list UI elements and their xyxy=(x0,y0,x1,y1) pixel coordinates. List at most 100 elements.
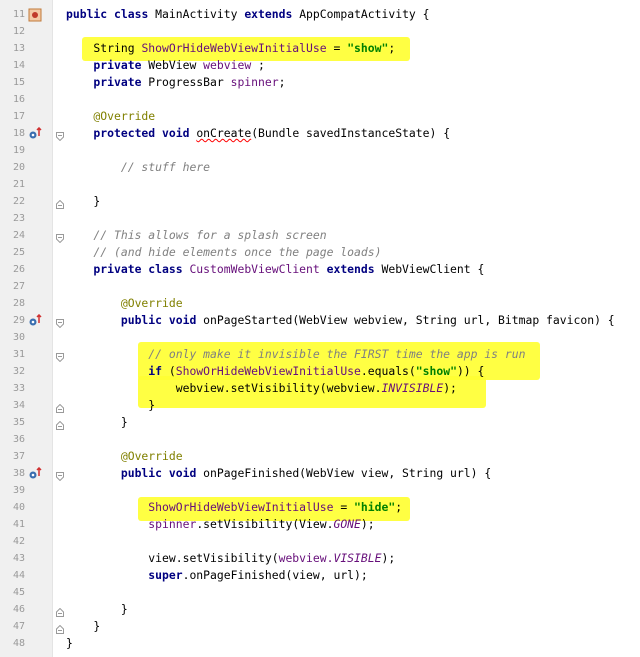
code-line[interactable]: 26 private class CustomWebViewClient ext… xyxy=(0,261,640,278)
fold-open-icon[interactable] xyxy=(56,469,64,482)
fold-open-icon[interactable] xyxy=(56,231,64,244)
line-number: 44 xyxy=(12,570,25,581)
fold-close-icon[interactable] xyxy=(56,197,64,209)
code-token: // only make it invisible the FIRST time… xyxy=(66,347,526,361)
line-number: 39 xyxy=(12,485,25,496)
code-line[interactable]: 38 public void onPageFinished(WebView vi… xyxy=(0,465,640,482)
code-line[interactable]: 36 xyxy=(0,431,640,448)
code-line[interactable]: 15 private ProgressBar spinner; xyxy=(0,74,640,91)
code-text: } xyxy=(66,397,155,414)
code-line[interactable]: 37 @Override xyxy=(0,448,640,465)
code-line[interactable]: 25 // (and hide elements once the page l… xyxy=(0,244,640,261)
code-token: INVISIBLE xyxy=(381,381,444,395)
code-token: view.setVisibility( xyxy=(66,551,279,565)
code-token: ShowOrHideWebViewInitialUse xyxy=(148,500,334,514)
code-line[interactable]: 46 } xyxy=(0,601,640,618)
code-token: .equals( xyxy=(360,364,416,378)
code-token: ; xyxy=(388,41,396,55)
code-line[interactable]: 30 xyxy=(0,329,640,346)
code-line[interactable]: 48} xyxy=(0,635,640,652)
code-line[interactable]: 27 xyxy=(0,278,640,295)
code-line[interactable]: 35 } xyxy=(0,414,640,431)
code-line[interactable]: 12 xyxy=(0,23,640,40)
fold-open-icon[interactable] xyxy=(56,316,64,329)
code-token: "show" xyxy=(347,41,389,55)
code-line[interactable]: 17 @Override xyxy=(0,108,640,125)
line-number: 22 xyxy=(12,196,25,207)
line-number: 16 xyxy=(12,94,25,105)
override-method-icon[interactable] xyxy=(28,466,42,481)
code-line[interactable]: 22 } xyxy=(0,193,640,210)
code-line[interactable]: 20 // stuff here xyxy=(0,159,640,176)
override-method-icon[interactable] xyxy=(28,126,42,141)
line-number: 20 xyxy=(12,162,25,173)
code-line[interactable]: 24 // This allows for a splash screen xyxy=(0,227,640,244)
line-number: 35 xyxy=(12,417,25,428)
code-text: } xyxy=(66,618,100,635)
code-token: webview. xyxy=(278,551,334,565)
code-token: } xyxy=(66,602,128,616)
code-token: MainActivity xyxy=(155,7,245,21)
code-line[interactable]: 39 xyxy=(0,482,640,499)
code-line[interactable]: 44 super.onPageFinished(view, url); xyxy=(0,567,640,584)
code-line[interactable]: 28 @Override xyxy=(0,295,640,312)
line-number: 14 xyxy=(12,60,25,71)
code-text: if (ShowOrHideWebViewInitialUse.equals("… xyxy=(66,363,484,380)
code-token: = xyxy=(333,500,355,514)
code-line[interactable]: 40 ShowOrHideWebViewInitialUse = "hide"; xyxy=(0,499,640,516)
code-token: AppCompatActivity { xyxy=(299,7,430,21)
code-line[interactable]: 41 spinner.setVisibility(View.GONE); xyxy=(0,516,640,533)
code-line[interactable]: 34 } xyxy=(0,397,640,414)
code-token: void xyxy=(168,313,204,327)
code-line[interactable]: 45 xyxy=(0,584,640,601)
code-line[interactable]: 16 xyxy=(0,91,640,108)
class-file-icon[interactable] xyxy=(28,8,42,22)
override-method-icon[interactable] xyxy=(28,313,42,328)
code-token: onPageFinished(WebView view, String url)… xyxy=(203,466,492,480)
code-token: spinner xyxy=(230,75,279,89)
code-line[interactable]: 31 // only make it invisible the FIRST t… xyxy=(0,346,640,363)
code-line[interactable]: 11 public class MainActivity extends AppC… xyxy=(0,6,640,23)
code-token: } xyxy=(66,636,73,650)
fold-open-icon[interactable] xyxy=(56,129,64,142)
fold-close-icon[interactable] xyxy=(56,401,64,413)
code-line[interactable]: 33 webview.setVisibility(webview.INVISIB… xyxy=(0,380,640,397)
code-text: } xyxy=(66,414,128,431)
code-token: ShowOrHideWebViewInitialUse xyxy=(175,364,361,378)
code-text: @Override xyxy=(66,448,183,465)
fold-close-icon[interactable] xyxy=(56,622,64,634)
code-line[interactable]: 23 xyxy=(0,210,640,227)
code-line[interactable]: 18 protected void onCreate(Bundle savedI… xyxy=(0,125,640,142)
code-token: onCreate xyxy=(196,126,252,140)
code-line[interactable]: 14 private WebView webview ; xyxy=(0,57,640,74)
code-token: public xyxy=(66,313,169,327)
code-line[interactable]: 19 xyxy=(0,142,640,159)
code-line[interactable]: 13 String ShowOrHideWebViewInitialUse = … xyxy=(0,40,640,57)
line-number: 36 xyxy=(12,434,25,445)
line-number: 19 xyxy=(12,145,25,156)
code-token: ); xyxy=(381,551,396,565)
code-token: VISIBLE xyxy=(333,551,382,565)
code-token: ; xyxy=(395,500,403,514)
code-line[interactable]: 32 if (ShowOrHideWebViewInitialUse.equal… xyxy=(0,363,640,380)
line-number: 24 xyxy=(12,230,25,241)
code-editor[interactable]: 11 public class MainActivity extends AppC… xyxy=(0,0,640,657)
line-number: 48 xyxy=(12,638,25,649)
line-number: 21 xyxy=(12,179,25,190)
code-line[interactable]: 43 view.setVisibility(webview.VISIBLE); xyxy=(0,550,640,567)
code-line[interactable]: 47 } xyxy=(0,618,640,635)
code-line[interactable]: 42 xyxy=(0,533,640,550)
fold-close-icon[interactable] xyxy=(56,418,64,430)
fold-close-icon[interactable] xyxy=(56,605,64,617)
code-token: CustomWebViewClient xyxy=(189,262,327,276)
code-token: // (and hide elements once the page load… xyxy=(66,245,382,259)
fold-open-icon[interactable] xyxy=(56,350,64,363)
code-token: WebView xyxy=(148,58,204,72)
code-token: (Bundle savedInstanceState) { xyxy=(251,126,451,140)
code-text: public void onPageFinished(WebView view,… xyxy=(66,465,491,482)
code-line[interactable]: 21 xyxy=(0,176,640,193)
line-number: 38 xyxy=(12,468,25,479)
line-number: 15 xyxy=(12,77,25,88)
code-line[interactable]: 29 public void onPageStarted(WebView web… xyxy=(0,312,640,329)
